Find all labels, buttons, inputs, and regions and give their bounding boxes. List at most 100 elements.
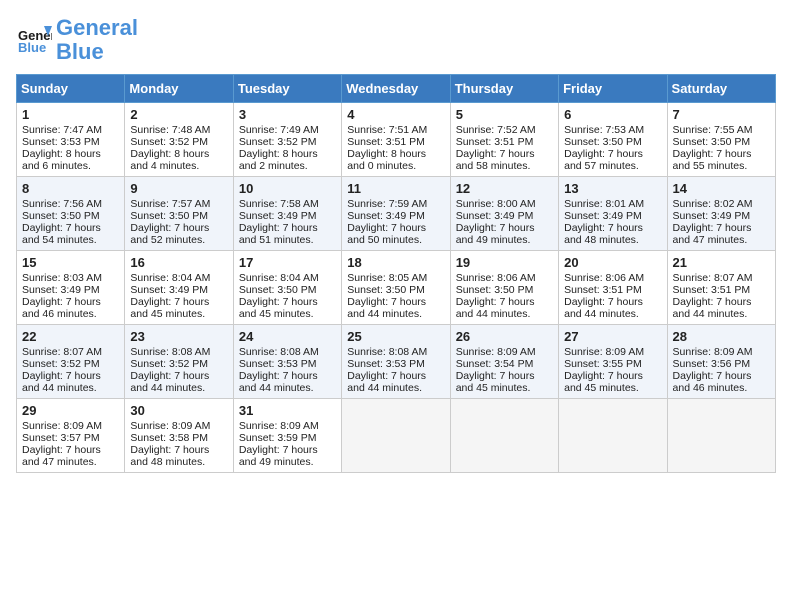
sunrise: Sunrise: 7:52 AM [456,124,536,136]
sunset: Sunset: 3:50 PM [347,284,425,296]
daylight: Daylight: 7 hours and 55 minutes. [673,148,752,172]
sunrise: Sunrise: 8:09 AM [673,346,753,358]
daylight: Daylight: 7 hours and 52 minutes. [130,222,209,246]
daylight: Daylight: 7 hours and 48 minutes. [564,222,643,246]
day-number: 11 [347,181,444,196]
sunrise: Sunrise: 8:09 AM [239,420,319,432]
day-number: 29 [22,403,119,418]
day-number: 14 [673,181,770,196]
calendar-cell: 17 Sunrise: 8:04 AM Sunset: 3:50 PM Dayl… [233,251,341,325]
sunrise: Sunrise: 8:08 AM [239,346,319,358]
sunset: Sunset: 3:52 PM [239,136,317,148]
daylight: Daylight: 7 hours and 44 minutes. [347,370,426,394]
sunrise: Sunrise: 8:04 AM [130,272,210,284]
daylight: Daylight: 7 hours and 44 minutes. [239,370,318,394]
sunset: Sunset: 3:54 PM [456,358,534,370]
day-number: 1 [22,107,119,122]
day-number: 24 [239,329,336,344]
calendar-cell: 18 Sunrise: 8:05 AM Sunset: 3:50 PM Dayl… [342,251,450,325]
column-header-monday: Monday [125,75,233,103]
daylight: Daylight: 7 hours and 44 minutes. [564,296,643,320]
sunset: Sunset: 3:53 PM [347,358,425,370]
sunrise: Sunrise: 8:03 AM [22,272,102,284]
sunrise: Sunrise: 7:57 AM [130,198,210,210]
day-number: 6 [564,107,661,122]
calendar-cell: 15 Sunrise: 8:03 AM Sunset: 3:49 PM Dayl… [17,251,125,325]
calendar-cell [559,399,667,473]
sunrise: Sunrise: 8:08 AM [130,346,210,358]
sunset: Sunset: 3:53 PM [22,136,100,148]
page-header: General Blue GeneralBlue [16,16,776,64]
calendar-header: SundayMondayTuesdayWednesdayThursdayFrid… [17,75,776,103]
sunrise: Sunrise: 7:56 AM [22,198,102,210]
sunrise: Sunrise: 7:48 AM [130,124,210,136]
calendar-week-2: 8 Sunrise: 7:56 AM Sunset: 3:50 PM Dayli… [17,177,776,251]
sunset: Sunset: 3:49 PM [347,210,425,222]
day-number: 30 [130,403,227,418]
sunset: Sunset: 3:51 PM [456,136,534,148]
sunrise: Sunrise: 8:04 AM [239,272,319,284]
daylight: Daylight: 7 hours and 45 minutes. [239,296,318,320]
sunrise: Sunrise: 8:02 AM [673,198,753,210]
calendar-cell: 23 Sunrise: 8:08 AM Sunset: 3:52 PM Dayl… [125,325,233,399]
day-number: 12 [456,181,553,196]
sunset: Sunset: 3:51 PM [347,136,425,148]
sunset: Sunset: 3:49 PM [564,210,642,222]
calendar-cell: 30 Sunrise: 8:09 AM Sunset: 3:58 PM Dayl… [125,399,233,473]
calendar-body: 1 Sunrise: 7:47 AM Sunset: 3:53 PM Dayli… [17,103,776,473]
calendar-week-3: 15 Sunrise: 8:03 AM Sunset: 3:49 PM Dayl… [17,251,776,325]
calendar-cell: 29 Sunrise: 8:09 AM Sunset: 3:57 PM Dayl… [17,399,125,473]
calendar-cell: 5 Sunrise: 7:52 AM Sunset: 3:51 PM Dayli… [450,103,558,177]
day-number: 18 [347,255,444,270]
column-header-friday: Friday [559,75,667,103]
column-header-saturday: Saturday [667,75,775,103]
sunrise: Sunrise: 8:07 AM [22,346,102,358]
sunrise: Sunrise: 8:06 AM [564,272,644,284]
day-number: 31 [239,403,336,418]
daylight: Daylight: 7 hours and 57 minutes. [564,148,643,172]
day-number: 2 [130,107,227,122]
sunrise: Sunrise: 8:00 AM [456,198,536,210]
sunset: Sunset: 3:52 PM [130,358,208,370]
daylight: Daylight: 7 hours and 51 minutes. [239,222,318,246]
day-number: 15 [22,255,119,270]
sunset: Sunset: 3:50 PM [673,136,751,148]
logo-text: GeneralBlue [56,16,138,64]
daylight: Daylight: 7 hours and 46 minutes. [673,370,752,394]
sunrise: Sunrise: 8:09 AM [130,420,210,432]
calendar-cell: 13 Sunrise: 8:01 AM Sunset: 3:49 PM Dayl… [559,177,667,251]
sunrise: Sunrise: 8:08 AM [347,346,427,358]
sunset: Sunset: 3:49 PM [239,210,317,222]
sunrise: Sunrise: 8:05 AM [347,272,427,284]
calendar-cell: 20 Sunrise: 8:06 AM Sunset: 3:51 PM Dayl… [559,251,667,325]
calendar-cell: 6 Sunrise: 7:53 AM Sunset: 3:50 PM Dayli… [559,103,667,177]
calendar-cell: 27 Sunrise: 8:09 AM Sunset: 3:55 PM Dayl… [559,325,667,399]
daylight: Daylight: 7 hours and 47 minutes. [673,222,752,246]
day-number: 28 [673,329,770,344]
daylight: Daylight: 7 hours and 49 minutes. [456,222,535,246]
day-number: 10 [239,181,336,196]
calendar-cell: 16 Sunrise: 8:04 AM Sunset: 3:49 PM Dayl… [125,251,233,325]
calendar-table: SundayMondayTuesdayWednesdayThursdayFrid… [16,74,776,473]
day-number: 13 [564,181,661,196]
sunset: Sunset: 3:57 PM [22,432,100,444]
sunrise: Sunrise: 8:09 AM [564,346,644,358]
daylight: Daylight: 7 hours and 54 minutes. [22,222,101,246]
column-header-tuesday: Tuesday [233,75,341,103]
sunset: Sunset: 3:49 PM [130,284,208,296]
calendar-cell: 26 Sunrise: 8:09 AM Sunset: 3:54 PM Dayl… [450,325,558,399]
sunrise: Sunrise: 7:47 AM [22,124,102,136]
column-header-thursday: Thursday [450,75,558,103]
daylight: Daylight: 7 hours and 47 minutes. [22,444,101,468]
sunrise: Sunrise: 8:06 AM [456,272,536,284]
calendar-cell: 1 Sunrise: 7:47 AM Sunset: 3:53 PM Dayli… [17,103,125,177]
daylight: Daylight: 7 hours and 50 minutes. [347,222,426,246]
day-number: 4 [347,107,444,122]
sunrise: Sunrise: 8:07 AM [673,272,753,284]
day-number: 21 [673,255,770,270]
sunset: Sunset: 3:50 PM [130,210,208,222]
sunrise: Sunrise: 7:55 AM [673,124,753,136]
column-header-wednesday: Wednesday [342,75,450,103]
sunrise: Sunrise: 7:53 AM [564,124,644,136]
calendar-cell: 28 Sunrise: 8:09 AM Sunset: 3:56 PM Dayl… [667,325,775,399]
